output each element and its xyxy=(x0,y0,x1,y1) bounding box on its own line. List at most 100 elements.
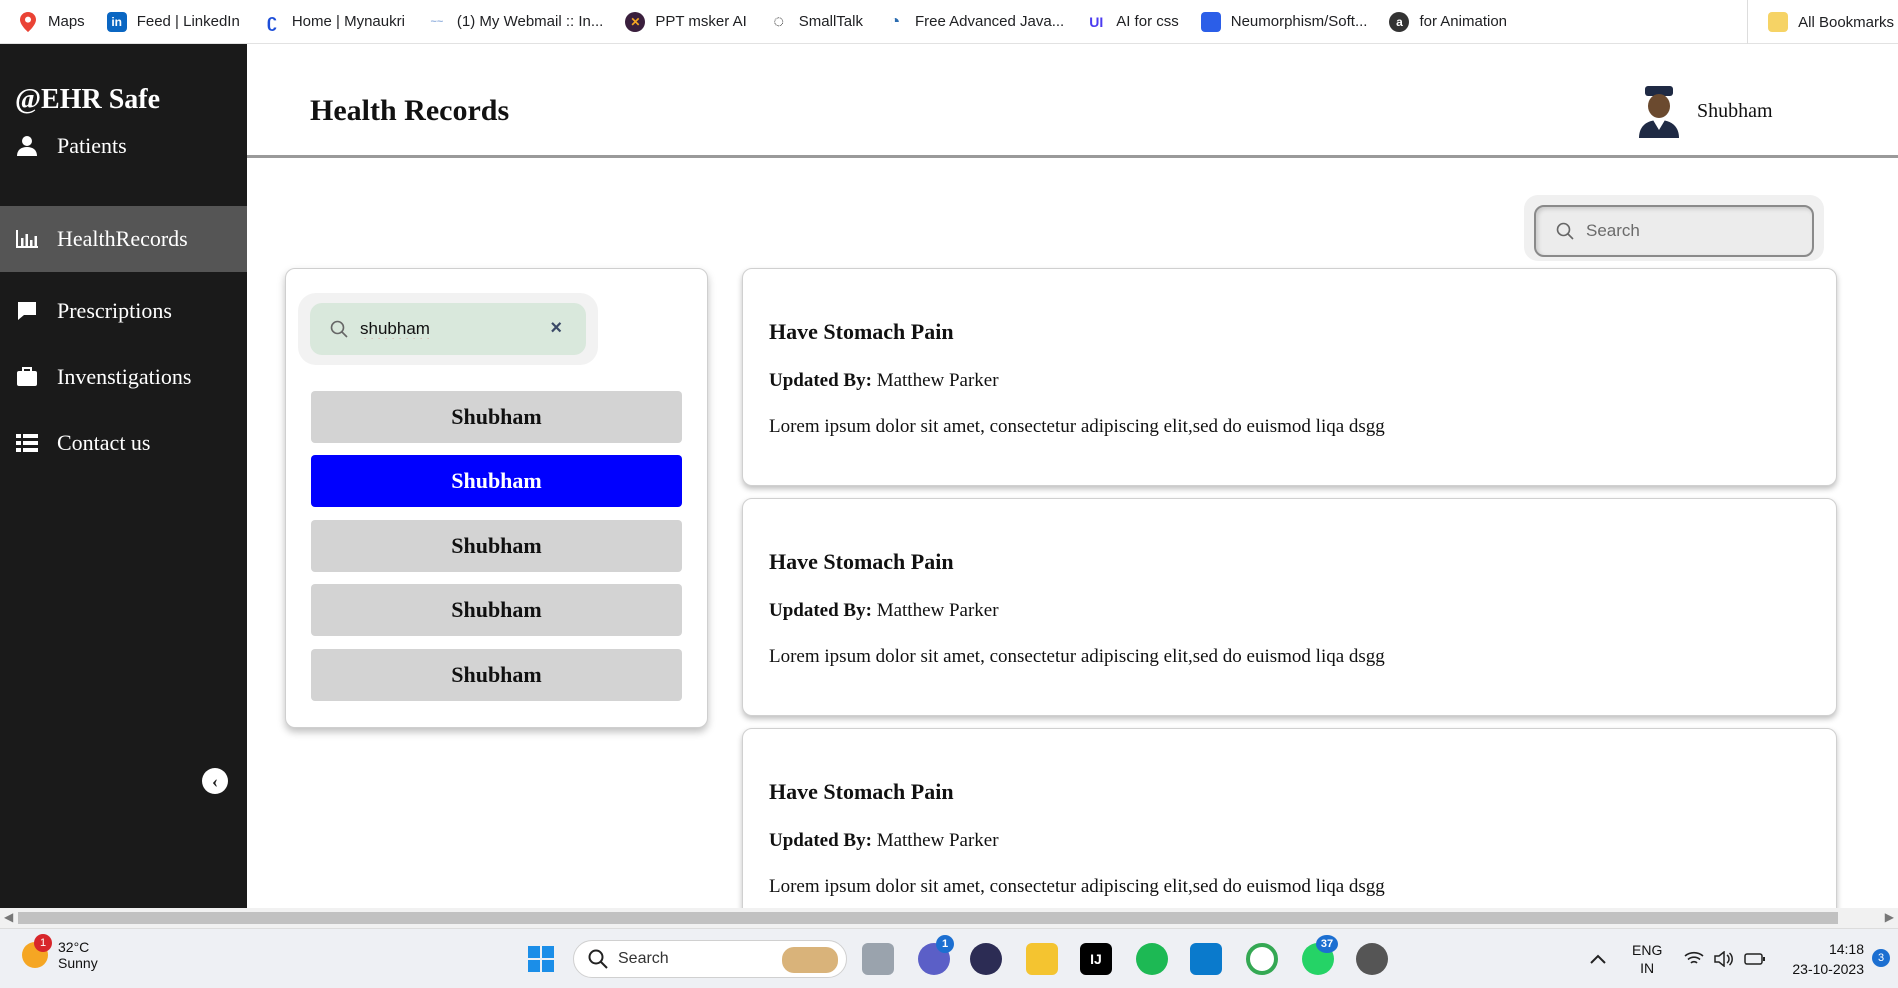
linkedin-icon: in xyxy=(106,11,127,32)
battery-icon[interactable] xyxy=(1744,929,1766,988)
teams-icon[interactable]: 1 xyxy=(918,935,954,975)
bookmark-webmail[interactable]: ~~ (1) My Webmail :: In... xyxy=(427,12,603,32)
sun-icon: 1 xyxy=(22,934,52,968)
sidebar-item-healthrecords[interactable]: HealthRecords xyxy=(0,206,247,272)
record-updated: Updated By: Matthew Parker xyxy=(769,370,999,392)
scroll-right-icon[interactable]: ▶ xyxy=(1885,910,1894,924)
bookmark-label: for Animation xyxy=(1419,13,1507,30)
record-title: Have Stomach Pain xyxy=(769,779,954,804)
search-icon xyxy=(588,949,608,969)
bookmark-ai-css[interactable]: UI AI for css xyxy=(1086,12,1179,32)
weather-badge: 1 xyxy=(34,934,52,952)
search-highlight-icon xyxy=(782,947,838,973)
bookmark-java[interactable]: ◔ Free Advanced Java... xyxy=(885,11,1065,32)
bookmark-linkedin[interactable]: in Feed | LinkedIn xyxy=(106,11,240,32)
record-body: Lorem ipsum dolor sit amet, consectetur … xyxy=(769,876,1385,897)
patient-search-input[interactable] xyxy=(360,319,530,339)
file-explorer-icon[interactable] xyxy=(1026,943,1058,975)
patient-item-selected[interactable]: Shubham xyxy=(311,455,682,507)
bookmark-neumorphism[interactable]: Neumorphism/Soft... xyxy=(1200,11,1367,32)
bookmark-label: (1) My Webmail :: In... xyxy=(456,13,604,30)
updated-by: Matthew Parker xyxy=(876,830,999,851)
eclipse-icon[interactable] xyxy=(970,943,1002,975)
naukri-icon: ʗ xyxy=(266,11,277,31)
bookmark-ppt-ai[interactable]: ✕ PPT msker AI xyxy=(625,11,747,32)
clock[interactable]: 14:18 23-10-2023 xyxy=(1784,929,1864,988)
taskbar-search[interactable]: Search xyxy=(573,940,847,978)
patient-search-container: × xyxy=(298,293,598,365)
chevron-left-icon: ‹ xyxy=(212,770,218,791)
updated-label: Updated By: xyxy=(769,600,872,621)
sidebar-item-contact[interactable]: Contact us xyxy=(0,410,247,476)
volume-icon[interactable] xyxy=(1714,929,1734,988)
bookmark-mynaukri[interactable]: ʗ Home | Mynaukri xyxy=(262,11,405,32)
avatar[interactable] xyxy=(1637,86,1681,138)
user-name[interactable]: Shubham xyxy=(1697,100,1773,123)
chat-icon xyxy=(15,299,39,323)
patient-search[interactable]: × xyxy=(310,303,586,355)
bookmarks-bar: Maps in Feed | LinkedIn ʗ Home | Mynaukr… xyxy=(0,0,1898,44)
chevron-up-icon[interactable] xyxy=(1590,929,1606,988)
clear-search-icon[interactable]: × xyxy=(550,317,562,340)
global-search-input[interactable] xyxy=(1586,221,1786,241)
bookmark-label: PPT msker AI xyxy=(655,13,747,30)
whatsapp-icon[interactable]: 37 xyxy=(1302,935,1338,975)
search-icon xyxy=(1556,222,1574,240)
record-card[interactable]: Have Stomach Pain Updated By: Matthew Pa… xyxy=(742,498,1837,716)
record-card[interactable]: Have Stomach Pain Updated By: Matthew Pa… xyxy=(742,268,1837,486)
clock-time: 14:18 xyxy=(1828,941,1864,957)
patient-item[interactable]: Shubham xyxy=(311,649,682,701)
list-icon xyxy=(15,431,39,455)
horizontal-scrollbar[interactable]: ◀ ▶ xyxy=(0,908,1898,928)
record-card[interactable]: Have Stomach Pain Updated By: Matthew Pa… xyxy=(742,728,1837,928)
updated-by: Matthew Parker xyxy=(876,370,999,391)
all-bookmarks[interactable]: All Bookmarks xyxy=(1747,0,1894,44)
language-indicator[interactable]: ENG IN xyxy=(1632,929,1662,988)
bookmark-animation[interactable]: a for Animation xyxy=(1389,11,1507,32)
bookmark-label: Maps xyxy=(48,13,85,30)
weather-widget[interactable]: 1 32°C Sunny xyxy=(22,934,98,971)
scroll-left-icon[interactable]: ◀ xyxy=(4,910,13,924)
patient-item[interactable]: Shubham xyxy=(311,391,682,443)
taskbar-search-label: Search xyxy=(618,950,669,967)
neumorphism-icon xyxy=(1200,11,1221,32)
lang-line-2: IN xyxy=(1640,960,1655,976)
webmail-icon: ~~ xyxy=(430,15,444,28)
sidebar-item-patients[interactable]: Patients xyxy=(0,113,247,179)
sidebar-item-label: Invenstigations xyxy=(57,364,192,389)
record-body: Lorem ipsum dolor sit amet, consectetur … xyxy=(769,646,1385,667)
sidebar-collapse-button[interactable]: ‹ xyxy=(202,768,228,794)
all-bookmarks-label: All Bookmarks xyxy=(1798,13,1894,31)
chrome-icon[interactable] xyxy=(1246,943,1278,975)
patient-item[interactable]: Shubham xyxy=(311,520,682,572)
brand-logo: @EHR Safe xyxy=(15,84,161,115)
bookmark-maps[interactable]: Maps xyxy=(18,11,85,32)
bookmark-label: SmallTalk xyxy=(798,13,863,30)
sidebar-item-investigations[interactable]: Invenstigations xyxy=(0,344,247,410)
record-title: Have Stomach Pain xyxy=(769,549,954,574)
bookmark-label: Free Advanced Java... xyxy=(914,13,1065,30)
ppt-ai-icon: ✕ xyxy=(625,11,646,32)
notification-badge[interactable]: 3 xyxy=(1872,949,1890,967)
bookmark-label: Home | Mynaukri xyxy=(291,13,405,30)
folder-icon xyxy=(1768,12,1789,32)
page-header: Health Records Shubham xyxy=(247,44,1898,158)
updated-label: Updated By: xyxy=(769,370,872,391)
settings-gear-icon[interactable] xyxy=(1356,943,1388,975)
patient-item[interactable]: Shubham xyxy=(311,584,682,636)
bookmark-smalltalk[interactable]: ◌ SmallTalk xyxy=(769,11,863,32)
search-icon xyxy=(330,320,348,338)
vscode-icon[interactable] xyxy=(1190,943,1222,975)
intellij-icon[interactable]: IJ xyxy=(1080,943,1112,975)
task-view-icon[interactable] xyxy=(862,943,894,975)
java-icon: ◔ xyxy=(889,11,901,31)
ui-icon: UI xyxy=(1089,13,1104,30)
spotify-icon[interactable] xyxy=(1136,943,1168,975)
clock-date: 23-10-2023 xyxy=(1792,961,1864,977)
wifi-icon[interactable] xyxy=(1684,929,1704,988)
global-search[interactable] xyxy=(1534,205,1814,257)
scrollbar-thumb[interactable] xyxy=(18,912,1838,924)
sidebar-item-prescriptions[interactable]: Prescriptions xyxy=(0,278,247,344)
windows-start-icon[interactable] xyxy=(525,943,557,975)
record-updated: Updated By: Matthew Parker xyxy=(769,600,999,622)
